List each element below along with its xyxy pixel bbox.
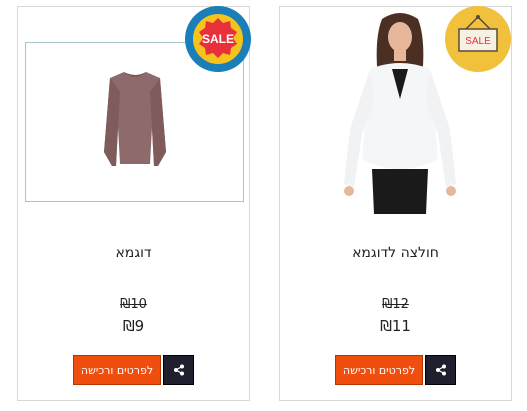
button-row: לפרטים ורכישה	[280, 355, 511, 385]
sale-badge-text: SALE	[202, 32, 234, 46]
product-title[interactable]: חולצה לדוגמא	[280, 245, 511, 261]
new-price: ₪11	[380, 317, 411, 335]
share-button[interactable]	[163, 355, 194, 385]
share-icon	[173, 364, 184, 376]
sale-badge-icon: SALE	[185, 6, 251, 72]
share-icon	[435, 364, 446, 376]
product-title[interactable]: דוגמא	[18, 245, 249, 261]
new-price: ₪9	[122, 317, 145, 335]
share-button[interactable]	[425, 355, 456, 385]
button-row: לפרטים ורכישה	[18, 355, 249, 385]
details-buy-button[interactable]: לפרטים ורכישה	[73, 355, 161, 385]
details-buy-button[interactable]: לפרטים ורכישה	[335, 355, 423, 385]
old-price: ₪12	[382, 297, 409, 312]
product-card-1: SALE דוגמא ₪10 ₪9 לפרטים ורכישה	[17, 6, 251, 401]
sale-sign-text: SALE	[465, 36, 491, 47]
sale-sign-icon: SALE	[445, 6, 511, 72]
old-price: ₪10	[120, 297, 147, 312]
product-card-2: SALE חולצה לדוגמא ₪12 ₪11 לפרטים ורכישה	[279, 6, 512, 401]
